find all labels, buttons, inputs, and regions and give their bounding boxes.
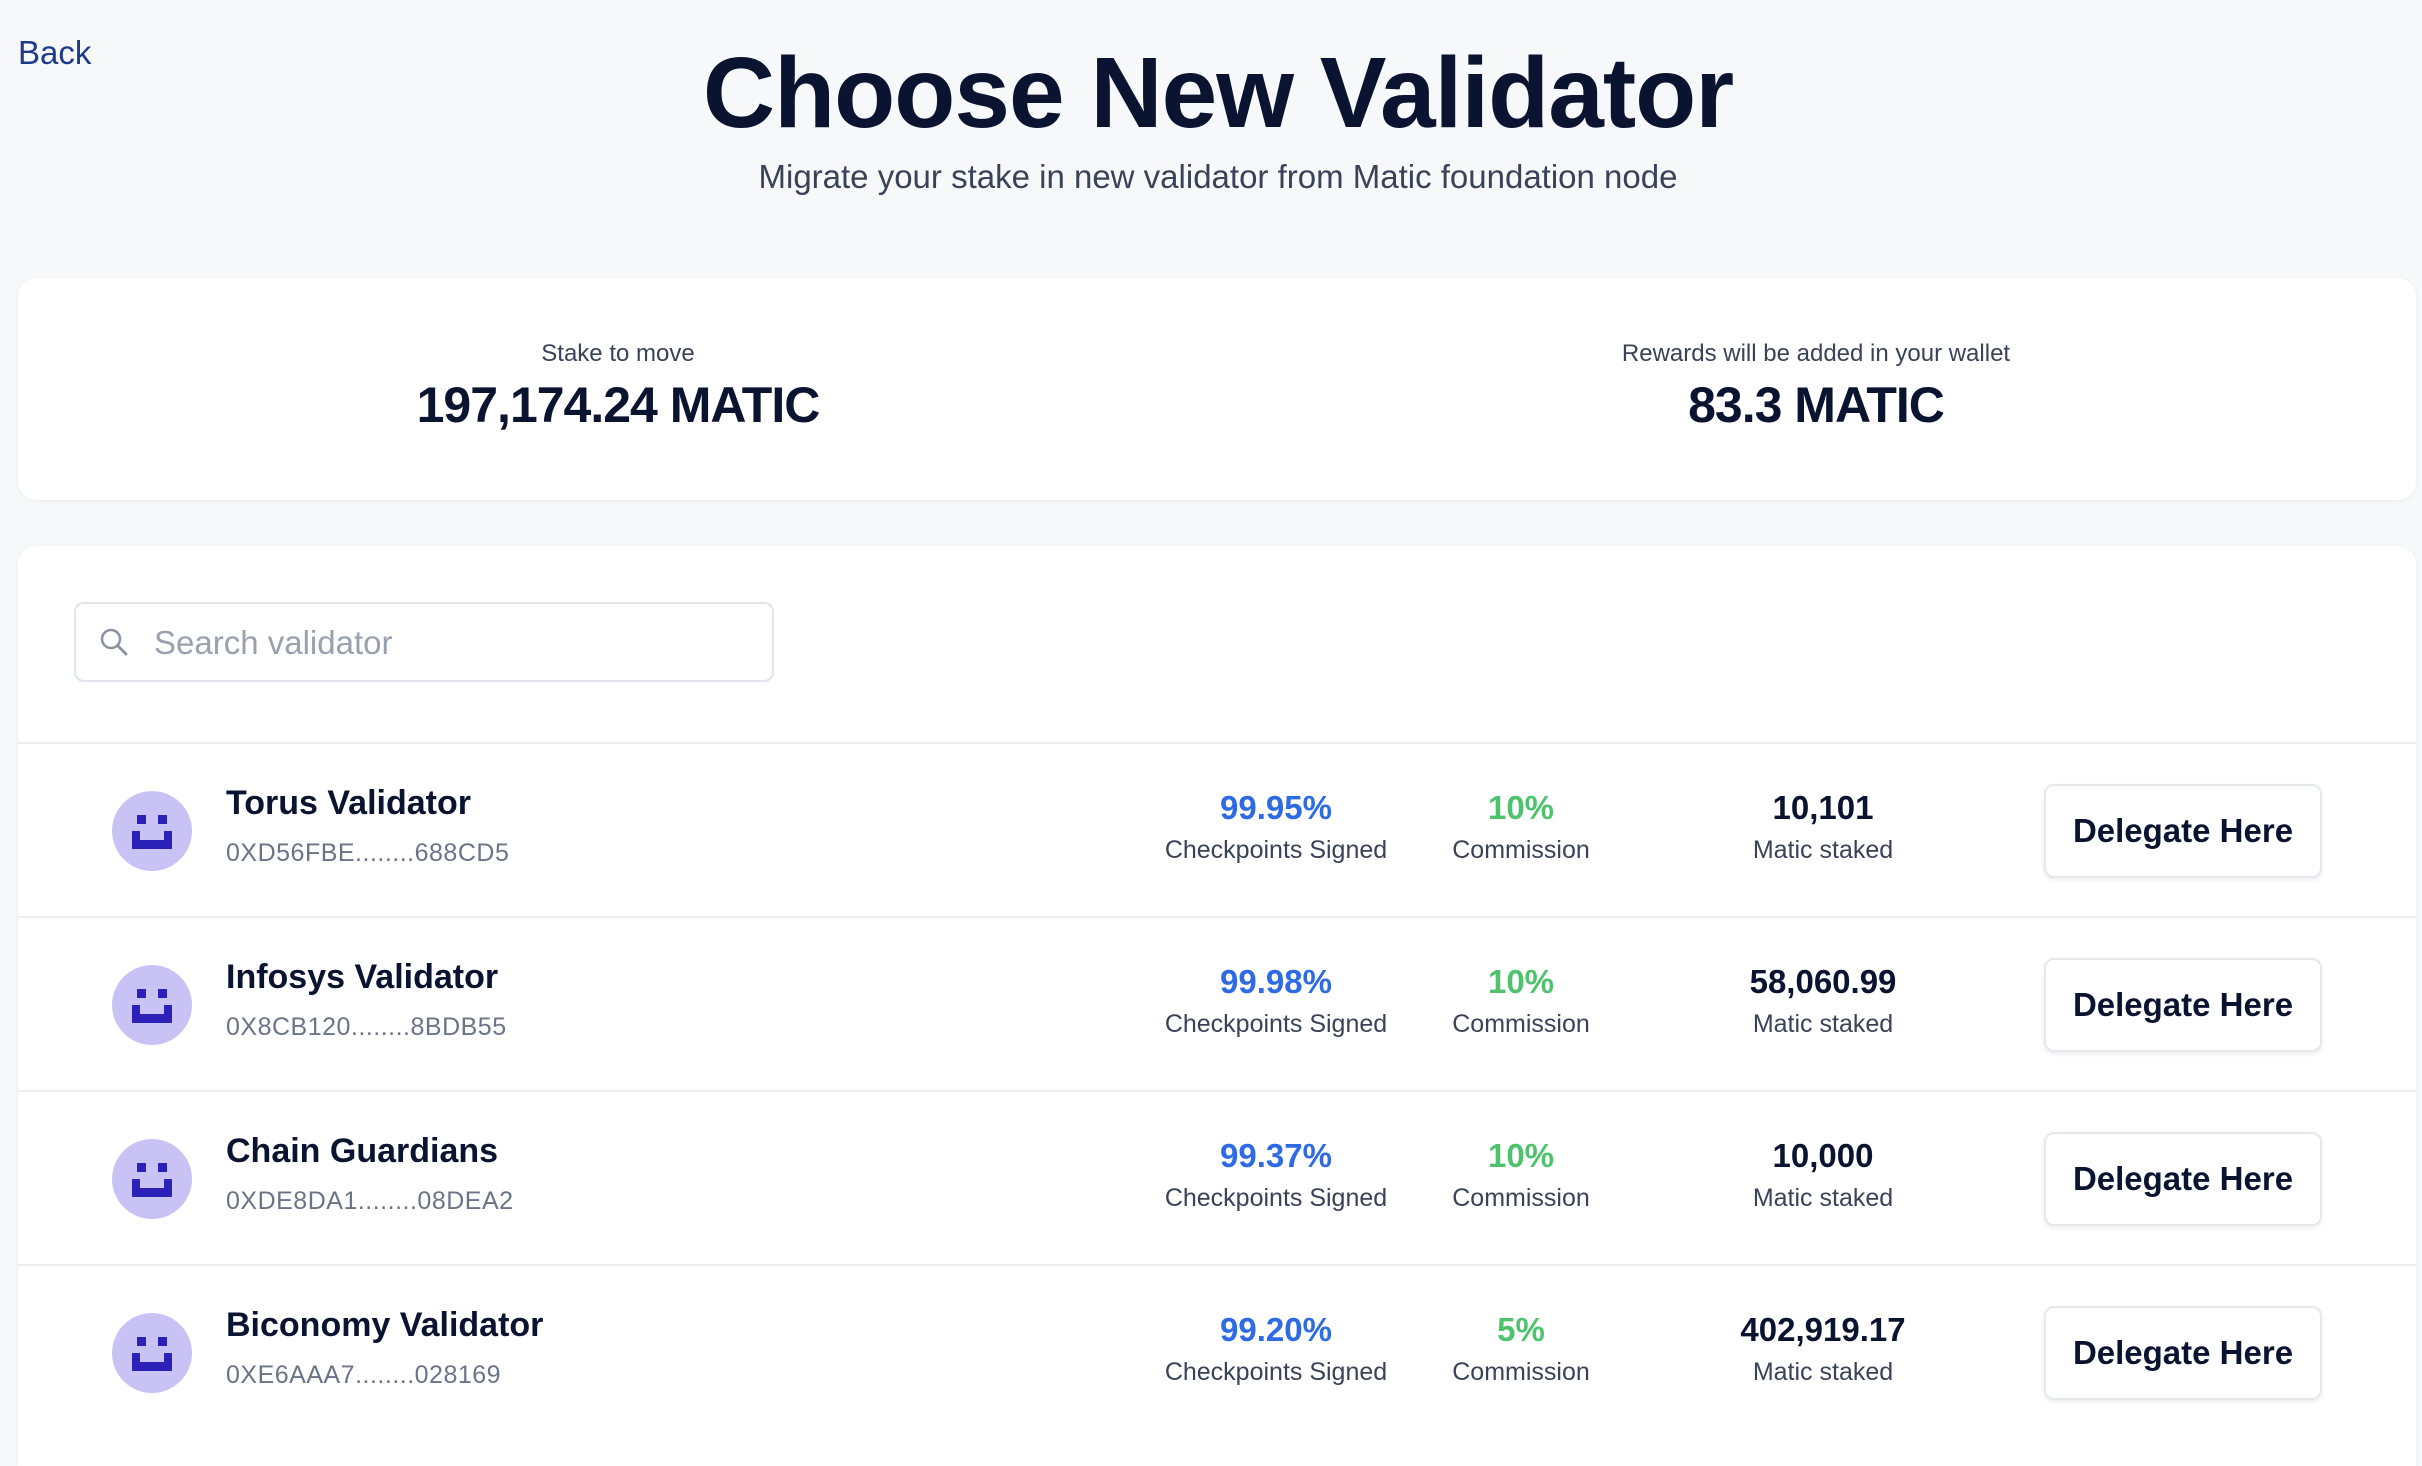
validator-avatar-icon xyxy=(112,1139,192,1219)
search-input[interactable] xyxy=(152,604,756,682)
validator-name: Infosys Validator xyxy=(226,958,499,996)
validator-list-card: Torus Validator 0XD56FBE........688CD5 9… xyxy=(18,546,2416,1466)
page-title: Choose New Validator xyxy=(702,37,1734,149)
matic-staked: 58,060.99 Matic staked xyxy=(1698,962,1948,1040)
commission-label: Commission xyxy=(1452,1010,1590,1038)
validator-row: Infosys Validator 0X8CB120........8BDB55… xyxy=(18,916,2416,1090)
rewards-summary: Rewards will be added in your wallet 83.… xyxy=(1216,278,2416,500)
checkpoints-signed-value: 99.95% xyxy=(1220,789,1332,826)
stake-to-move-value: 197,174.24 MATIC xyxy=(416,377,821,433)
matic-staked-value: 10,101 xyxy=(1772,789,1874,826)
commission: 10% Commission xyxy=(1436,962,1606,1040)
validator-address: 0XDE8DA1........08DEA2 xyxy=(226,1187,514,1215)
checkpoints-signed-label: Checkpoints Signed xyxy=(1164,836,1388,864)
commission: 5% Commission xyxy=(1436,1310,1606,1388)
validator-name: Biconomy Validator xyxy=(226,1306,544,1344)
search-icon xyxy=(100,628,128,656)
validator-avatar-icon xyxy=(112,965,192,1045)
rewards-label: Rewards will be added in your wallet xyxy=(1621,340,2011,367)
checkpoints-signed-label: Checkpoints Signed xyxy=(1164,1184,1388,1212)
validator-row: Biconomy Validator 0XE6AAA7........02816… xyxy=(18,1264,2416,1438)
commission-value: 10% xyxy=(1487,1137,1555,1174)
validator-row: Torus Validator 0XD56FBE........688CD5 9… xyxy=(18,742,2416,916)
delegate-here-button[interactable]: Delegate Here xyxy=(2044,1132,2322,1226)
stake-to-move: Stake to move 197,174.24 MATIC xyxy=(18,278,1218,500)
checkpoints-signed: 99.95% Checkpoints Signed xyxy=(1146,788,1406,866)
rewards-value: 83.3 MATIC xyxy=(1688,377,1945,433)
matic-staked: 10,101 Matic staked xyxy=(1698,788,1948,866)
validator-avatar-icon xyxy=(112,791,192,871)
validator-address: 0XD56FBE........688CD5 xyxy=(226,839,510,867)
commission-value: 5% xyxy=(1497,1311,1545,1348)
delegate-here-button[interactable]: Delegate Here xyxy=(2044,1306,2322,1400)
checkpoints-signed-label: Checkpoints Signed xyxy=(1164,1010,1388,1038)
validator-name: Chain Guardians xyxy=(226,1132,499,1170)
matic-staked-value: 402,919.17 xyxy=(1740,1311,1906,1348)
page-subtitle: Migrate your stake in new validator from… xyxy=(758,158,1678,195)
checkpoints-signed-label: Checkpoints Signed xyxy=(1164,1358,1388,1386)
validator-address: 0XE6AAA7........028169 xyxy=(226,1361,502,1389)
checkpoints-signed-value: 99.98% xyxy=(1220,963,1332,1000)
commission-label: Commission xyxy=(1452,836,1590,864)
commission: 10% Commission xyxy=(1436,788,1606,866)
matic-staked-label: Matic staked xyxy=(1752,1184,1894,1212)
validator-address: 0X8CB120........8BDB55 xyxy=(226,1013,507,1041)
checkpoints-signed: 99.20% Checkpoints Signed xyxy=(1146,1310,1406,1388)
checkpoints-signed-value: 99.20% xyxy=(1220,1311,1332,1348)
commission-value: 10% xyxy=(1487,963,1555,1000)
validator-list: Torus Validator 0XD56FBE........688CD5 9… xyxy=(18,742,2416,1438)
matic-staked-value: 58,060.99 xyxy=(1749,963,1897,1000)
stake-to-move-label: Stake to move xyxy=(541,340,695,367)
matic-staked-label: Matic staked xyxy=(1752,836,1894,864)
matic-staked-label: Matic staked xyxy=(1752,1358,1894,1386)
matic-staked: 402,919.17 Matic staked xyxy=(1698,1310,1948,1388)
stake-summary-card: Stake to move 197,174.24 MATIC Rewards w… xyxy=(18,278,2416,500)
commission-label: Commission xyxy=(1452,1184,1590,1212)
validator-avatar-icon xyxy=(112,1313,192,1393)
matic-staked-value: 10,000 xyxy=(1772,1137,1874,1174)
checkpoints-signed-value: 99.37% xyxy=(1220,1137,1332,1174)
commission-value: 10% xyxy=(1487,789,1555,826)
matic-staked: 10,000 Matic staked xyxy=(1698,1136,1948,1214)
delegate-here-button[interactable]: Delegate Here xyxy=(2044,784,2322,878)
commission: 10% Commission xyxy=(1436,1136,1606,1214)
validator-name: Torus Validator xyxy=(226,784,471,822)
validator-row: Chain Guardians 0XDE8DA1........08DEA2 9… xyxy=(18,1090,2416,1264)
search-box[interactable] xyxy=(74,602,774,682)
checkpoints-signed: 99.98% Checkpoints Signed xyxy=(1146,962,1406,1040)
delegate-here-button[interactable]: Delegate Here xyxy=(2044,958,2322,1052)
checkpoints-signed: 99.37% Checkpoints Signed xyxy=(1146,1136,1406,1214)
matic-staked-label: Matic staked xyxy=(1752,1010,1894,1038)
commission-label: Commission xyxy=(1452,1358,1590,1386)
